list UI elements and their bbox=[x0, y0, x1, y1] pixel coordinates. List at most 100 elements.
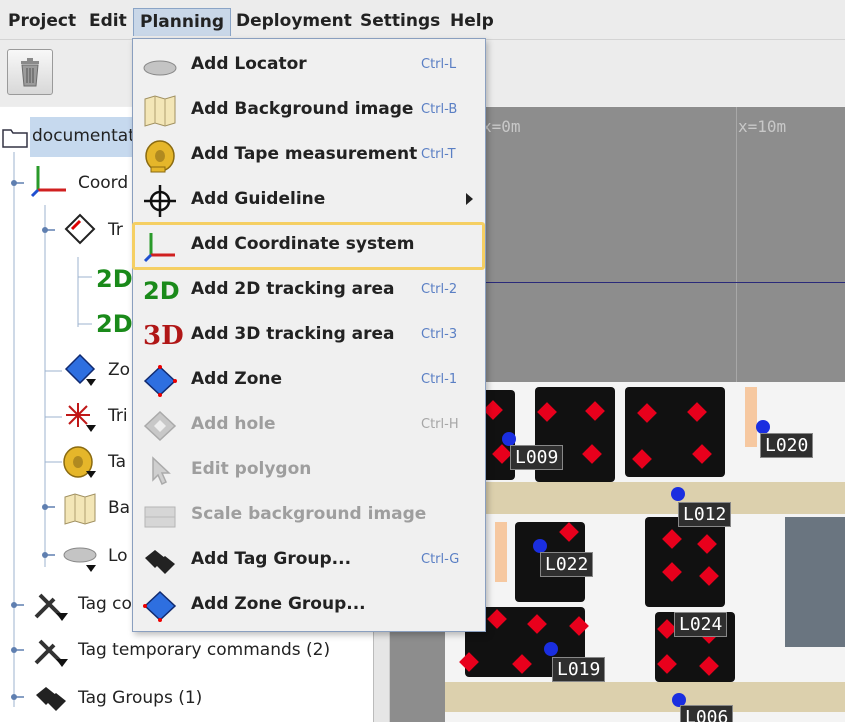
locator-icon bbox=[143, 60, 177, 76]
locator-label-l009[interactable]: L009 bbox=[510, 445, 564, 470]
menu-edit[interactable]: Edit bbox=[83, 8, 133, 36]
ruler-label-x10: x=10m bbox=[738, 117, 787, 136]
tag-marker bbox=[533, 539, 547, 553]
submenu-arrow-icon bbox=[466, 193, 473, 205]
tag-marker bbox=[671, 487, 685, 501]
tree-item-2d-area-1[interactable]: 2D bbox=[96, 262, 133, 293]
tree-item-coordinate-system[interactable]: Coord bbox=[78, 168, 128, 198]
menu-item-label: Add 3D tracking area bbox=[191, 324, 395, 344]
menu-planning[interactable]: Planning bbox=[133, 8, 232, 36]
locator-label-l006[interactable]: L006 bbox=[680, 705, 734, 722]
tree-item-tag-groups[interactable]: Tag Groups (1) bbox=[78, 683, 202, 713]
menu-item-label: Scale background image bbox=[191, 504, 427, 524]
menu-item-label: Add hole bbox=[191, 414, 276, 434]
tree-item-tag-temporary-commands[interactable]: Tag temporary commands (2) bbox=[78, 635, 330, 665]
menu-project[interactable]: Project bbox=[2, 8, 82, 36]
menu-item-add-2d-tracking-area[interactable]: 2D Add 2D tracking area Ctrl-2 bbox=[135, 268, 483, 313]
menu-item-add-guideline[interactable]: Add Guideline bbox=[135, 178, 483, 223]
locator-label-l012[interactable]: L012 bbox=[678, 502, 732, 527]
tree-item-triggers[interactable]: Tri bbox=[108, 401, 128, 431]
shortcut-label: Ctrl-G bbox=[421, 552, 460, 567]
scale-image-icon bbox=[144, 506, 176, 528]
edit-polygon-icon bbox=[152, 456, 171, 486]
coordinate-axes-icon bbox=[30, 166, 66, 198]
menu-item-add-3d-tracking-area[interactable]: 3D Add 3D tracking area Ctrl-3 bbox=[135, 313, 483, 358]
tape-measure-icon bbox=[145, 140, 175, 173]
delete-button[interactable] bbox=[7, 49, 53, 95]
corridor bbox=[445, 482, 845, 514]
locator-label-l019[interactable]: L019 bbox=[552, 657, 606, 682]
locator-label-l020[interactable]: L020 bbox=[760, 433, 814, 458]
trash-icon bbox=[21, 58, 39, 87]
tag-marker bbox=[502, 432, 516, 446]
locator-label-l024[interactable]: L024 bbox=[674, 612, 728, 637]
hole-icon bbox=[143, 410, 177, 442]
menu-item-add-tag-group[interactable]: Add Tag Group... Ctrl-G bbox=[135, 538, 483, 583]
tree-item-locators[interactable]: Lo bbox=[108, 541, 128, 571]
menu-help[interactable]: Help bbox=[444, 8, 500, 36]
zone-group-icon bbox=[143, 590, 177, 622]
wrench-icon bbox=[34, 639, 68, 667]
zone-icon bbox=[143, 365, 177, 397]
menu-item-add-zone-group[interactable]: Add Zone Group... bbox=[135, 583, 483, 628]
room-block bbox=[495, 522, 507, 582]
3d-icon: 3D bbox=[143, 321, 184, 351]
tree-item-2d-area-2[interactable]: 2D bbox=[96, 307, 133, 338]
elevator-block bbox=[785, 517, 845, 647]
menu-item-scale-background-image[interactable]: Scale background image bbox=[135, 493, 483, 538]
map-icon bbox=[64, 493, 96, 525]
menu-item-label: Add Tag Group... bbox=[191, 549, 352, 569]
menu-item-add-zone[interactable]: Add Zone Ctrl-1 bbox=[135, 358, 483, 403]
menu-item-add-hole[interactable]: Add hole Ctrl-H bbox=[135, 403, 483, 448]
shortcut-label: Ctrl-1 bbox=[421, 372, 458, 387]
corridor bbox=[445, 682, 845, 712]
menu-item-label: Add Guideline bbox=[191, 189, 326, 209]
menu-item-add-locator[interactable]: Add Locator Ctrl-L bbox=[135, 43, 483, 88]
tree-item-tag-commands[interactable]: Tag co bbox=[78, 589, 132, 619]
menu-item-add-tape-measurement[interactable]: Add Tape measurement Ctrl-T bbox=[135, 133, 483, 178]
folder-icon bbox=[2, 129, 28, 148]
menu-item-label: Add Locator bbox=[191, 54, 307, 74]
trigger-icon bbox=[66, 403, 96, 432]
ruler-label-x0: x=0m bbox=[482, 117, 521, 136]
menu-item-label: Add Background image bbox=[191, 99, 414, 119]
menu-item-edit-polygon[interactable]: Edit polygon bbox=[135, 448, 483, 493]
2d-icon: 2D bbox=[143, 277, 180, 305]
tree-item-tape[interactable]: Ta bbox=[108, 447, 126, 477]
planning-menu: Add Locator Ctrl-L Add Background image … bbox=[132, 38, 486, 632]
tag-group-icon bbox=[145, 550, 175, 574]
menu-item-label: Add Zone Group... bbox=[191, 594, 366, 614]
desk-cluster bbox=[645, 517, 725, 607]
tree-item-tracking[interactable]: Tr bbox=[108, 215, 123, 245]
map-icon bbox=[144, 95, 176, 127]
shortcut-label: Ctrl-L bbox=[421, 57, 457, 72]
locator-icon bbox=[63, 547, 97, 572]
tag-marker bbox=[756, 420, 770, 434]
menu-item-label: Add 2D tracking area bbox=[191, 279, 395, 299]
menubar: Project Edit Planning Deployment Setting… bbox=[0, 0, 845, 40]
shortcut-label: Ctrl-2 bbox=[421, 282, 458, 297]
menu-item-label: Add Tape measurement bbox=[191, 144, 418, 164]
tracking-area-icon bbox=[64, 213, 96, 245]
zone-icon bbox=[64, 353, 96, 386]
tree-item-background[interactable]: Ba bbox=[108, 493, 130, 523]
shortcut-label: Ctrl-T bbox=[421, 147, 456, 162]
tag-marker bbox=[544, 642, 558, 656]
menu-settings[interactable]: Settings bbox=[354, 8, 446, 36]
menu-item-label: Add Zone bbox=[191, 369, 283, 389]
locator-label-l022[interactable]: L022 bbox=[540, 552, 594, 577]
menu-deployment[interactable]: Deployment bbox=[230, 8, 358, 36]
shortcut-label: Ctrl-H bbox=[421, 417, 459, 432]
application-window: Project Edit Planning Deployment Setting… bbox=[0, 0, 845, 722]
tree-root-label[interactable]: documentat bbox=[32, 121, 135, 151]
room-block bbox=[745, 387, 757, 447]
tape-measure-icon bbox=[63, 446, 96, 478]
menu-item-add-background-image[interactable]: Add Background image Ctrl-B bbox=[135, 88, 483, 133]
tree-item-zones[interactable]: Zo bbox=[108, 355, 130, 385]
guideline-icon bbox=[144, 185, 176, 217]
tag-group-icon bbox=[36, 687, 66, 711]
shortcut-label: Ctrl-B bbox=[421, 102, 458, 117]
menu-item-label: Edit polygon bbox=[191, 459, 312, 479]
shortcut-label: Ctrl-3 bbox=[421, 327, 458, 342]
wrench-icon bbox=[34, 593, 68, 621]
